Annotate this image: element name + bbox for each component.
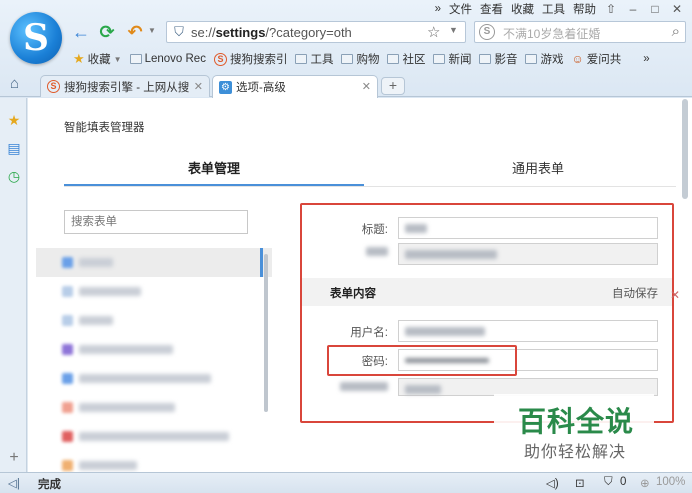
bookmarks-more[interactable]: »	[640, 53, 652, 65]
list-item[interactable]	[36, 451, 272, 472]
browser-chrome: S » 文件 查看 收藏 工具 帮助 ⇧ – □ ✕ ← ⟳ ↶ ▼ ⛉ se:…	[0, 0, 692, 98]
status-bar: ◁| 完成 ◁) ⊡ ⛉ 0 ⊕ 100%	[0, 472, 692, 493]
sogou-search-icon[interactable]: S	[479, 24, 495, 40]
folder-icon	[387, 54, 400, 64]
skin-icon[interactable]: ⇧	[604, 2, 618, 16]
navigation-row: ← ⟳ ↶ ▼ ⛉ se://settings/?category=oth ☆ …	[70, 20, 688, 44]
list-scrollbar[interactable]	[264, 254, 268, 412]
maximize-button[interactable]: □	[648, 2, 662, 16]
page-scrollbar-thumb[interactable]	[682, 99, 688, 199]
download-icon[interactable]: ⊡	[575, 476, 585, 490]
menu-help[interactable]: 帮助	[573, 1, 596, 17]
sidebar-toggle-icon[interactable]: ◁|	[8, 476, 20, 490]
history-clock-icon[interactable]: ◷	[6, 168, 22, 184]
address-url[interactable]: se://settings/?category=oth	[191, 25, 421, 40]
bookmark-news[interactable]: 新闻	[430, 51, 474, 67]
tab-options-advanced[interactable]: ⚙ 选项-高级 ✕	[212, 75, 378, 98]
favorites-star-icon[interactable]: ★	[6, 112, 22, 128]
list-item[interactable]	[36, 422, 272, 451]
tab-sogou-search[interactable]: S 搜狗搜索引擎 - 上网从搜 ✕	[40, 75, 210, 97]
tab-bar: ⌂ S 搜狗搜索引擎 - 上网从搜 ✕ ⚙ 选项-高级 ✕ +	[0, 73, 692, 98]
bookmark-iask[interactable]: ☺ 爱问共	[568, 51, 624, 67]
minimize-button[interactable]: –	[626, 2, 640, 16]
zoom-icon[interactable]: ⊕	[640, 476, 650, 490]
list-selection-marker	[260, 248, 263, 277]
close-icon[interactable]: ✕	[670, 288, 680, 302]
list-item[interactable]	[36, 277, 272, 306]
folder-icon	[525, 54, 538, 64]
menu-view[interactable]: 查看	[480, 1, 503, 17]
tab-form-management[interactable]: 表单管理	[64, 158, 364, 177]
menu-tools[interactable]: 工具	[542, 1, 565, 17]
folder-icon	[433, 54, 446, 64]
folder-icon	[295, 54, 308, 64]
menu-bar: » 文件 查看 收藏 工具 帮助 ⇧ – □ ✕	[435, 1, 684, 17]
bookmark-favorites[interactable]: ★ 收藏 ▼	[70, 51, 125, 67]
active-tab-indicator	[64, 184, 364, 186]
chevron-down-icon: ▼	[113, 54, 122, 64]
page-scrollbar[interactable]	[680, 97, 688, 467]
folder-icon	[479, 54, 492, 64]
close-tab-icon[interactable]: ✕	[194, 80, 203, 93]
close-window-button[interactable]: ✕	[670, 2, 684, 16]
search-icon[interactable]: ⌕	[672, 23, 680, 40]
folder-icon	[129, 54, 142, 64]
address-dropdown-icon[interactable]: ▼	[449, 25, 458, 35]
reader-icon[interactable]: ▤	[6, 140, 22, 156]
sogou-browser-logo[interactable]: S	[10, 12, 62, 64]
list-item[interactable]	[36, 393, 272, 422]
sogou-icon: S	[47, 80, 60, 93]
new-tab-button[interactable]: +	[381, 77, 405, 95]
tab-general-forms[interactable]: 通用表单	[408, 158, 668, 177]
watermark-subtitle: 助你轻松解决	[524, 444, 627, 461]
sogou-icon: S	[213, 52, 227, 66]
star-icon: ★	[73, 51, 85, 66]
list-item[interactable]	[36, 306, 272, 335]
folder-icon	[341, 54, 354, 64]
security-shield-icon: ⛉	[174, 24, 184, 39]
add-sidebar-icon[interactable]: +	[6, 450, 22, 466]
form-search-input[interactable]	[64, 210, 248, 234]
watermark-title: 百科全说	[518, 406, 635, 437]
search-placeholder: 不满10岁急着征婚	[503, 27, 601, 41]
address-bar[interactable]: ⛉ se://settings/?category=oth ☆ ▼	[166, 21, 466, 43]
highlight-box-form-detail	[300, 203, 674, 423]
person-icon: ☺	[571, 52, 584, 66]
bookmark-games[interactable]: 游戏	[522, 51, 566, 67]
menu-more[interactable]: »	[435, 3, 441, 15]
shield-status-icon[interactable]: ⛉	[604, 476, 613, 489]
status-text: 完成	[38, 479, 61, 491]
tab-divider	[64, 186, 676, 187]
back-arrow-icon[interactable]: ←	[70, 21, 92, 43]
bookmark-lenovo[interactable]: Lenovo Rec	[127, 53, 209, 65]
bookmark-star-icon[interactable]: ☆	[427, 23, 440, 41]
home-icon[interactable]: ⌂	[10, 75, 19, 92]
watermark: 百科全说 助你轻松解决	[494, 394, 654, 466]
list-item[interactable]	[36, 248, 272, 277]
page-title: 智能填表管理器	[64, 122, 145, 134]
bookmark-media[interactable]: 影音	[476, 51, 520, 67]
bookmark-tools[interactable]: 工具	[292, 51, 336, 67]
shield-counter: 0	[620, 476, 627, 488]
search-box[interactable]: S 不满10岁急着征婚 ⌕	[474, 21, 686, 43]
list-item[interactable]	[36, 335, 272, 364]
bookmark-community[interactable]: 社区	[384, 51, 428, 67]
left-sidebar: ★ ▤ ◷ +	[0, 98, 27, 472]
list-item[interactable]	[36, 364, 272, 393]
zoom-level[interactable]: 100%	[656, 476, 685, 488]
form-list	[36, 248, 272, 472]
undo-dropdown-icon[interactable]: ▼	[148, 26, 156, 35]
menu-file[interactable]: 文件	[449, 1, 472, 17]
close-tab-icon[interactable]: ✕	[362, 80, 371, 93]
highlight-box-password	[327, 345, 517, 376]
gear-icon: ⚙	[219, 80, 232, 94]
bookmark-sogou[interactable]: S 搜狗搜索引	[211, 51, 291, 67]
undo-icon[interactable]: ↶	[124, 21, 146, 43]
speaker-icon[interactable]: ◁)	[546, 476, 559, 490]
refresh-icon[interactable]: ⟳	[96, 21, 118, 43]
bookmark-shopping[interactable]: 购物	[338, 51, 382, 67]
menu-favorites[interactable]: 收藏	[511, 1, 534, 17]
bookmarks-bar: ★ 收藏 ▼ Lenovo Rec S 搜狗搜索引 工具 购物 社区 新闻 影音 …	[70, 49, 690, 69]
